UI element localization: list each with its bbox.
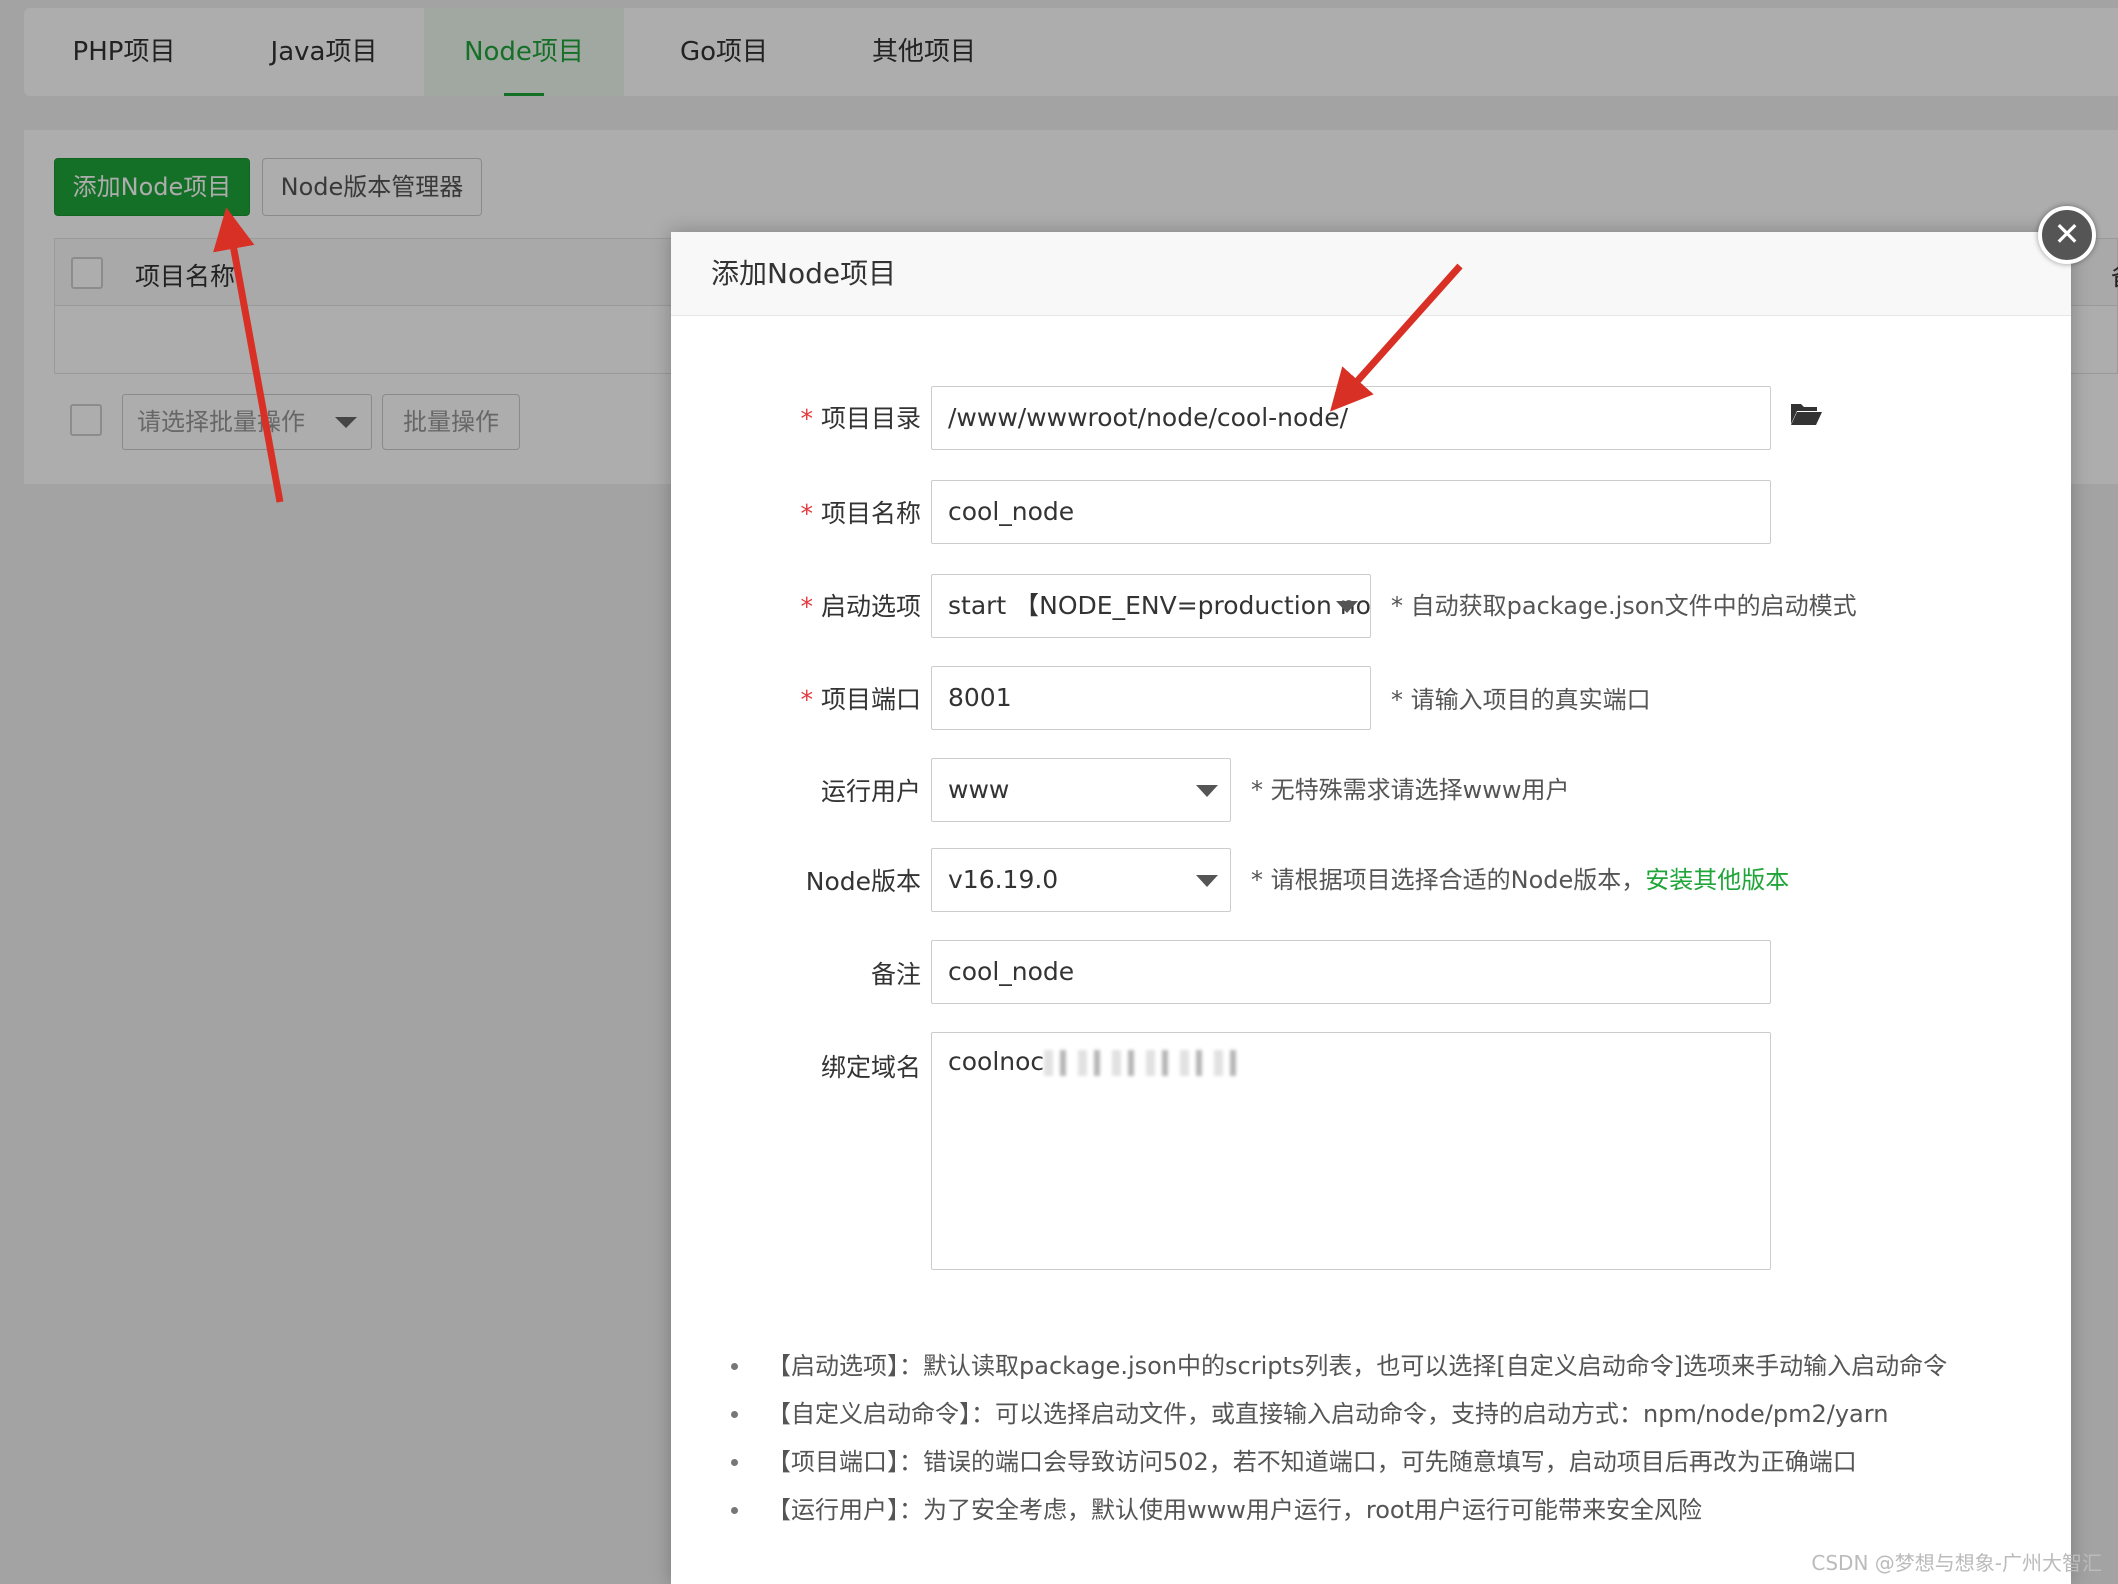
domain-textarea[interactable]: coolnoc: [931, 1032, 1771, 1270]
chevron-down-icon: [1336, 601, 1358, 613]
redacted-domain: [1044, 1050, 1245, 1076]
required-mark: *: [800, 404, 813, 433]
node-version-value: v16.19.0: [948, 865, 1059, 894]
watermark: CSDN @梦想与想象-广州大智汇: [1811, 1551, 2102, 1575]
required-mark: *: [800, 592, 813, 621]
tip-item: 【项目端口】：错误的端口会导致访问502，若不知道端口，可先随意填写，启动项目后…: [731, 1438, 2031, 1486]
start-option-hint: * 自动获取package.json文件中的启动模式: [1391, 592, 1857, 620]
folder-open-icon[interactable]: [1789, 400, 1823, 428]
start-option-value: start 【NODE_ENV=production no…: [948, 591, 1371, 620]
tip-item: 【自定义启动命令】：可以选择启动文件，或直接输入启动命令，支持的启动方式：npm…: [731, 1390, 2031, 1438]
label-domain: 绑定域名: [820, 1053, 921, 1082]
node-version-select[interactable]: v16.19.0: [931, 848, 1231, 912]
remark-input[interactable]: cool_node: [931, 940, 1771, 1004]
domain-value: coolnoc: [948, 1047, 1045, 1076]
project-dir-input[interactable]: /www/wwwroot/node/cool-node/: [931, 386, 1771, 450]
chevron-down-icon: [1196, 785, 1218, 797]
required-mark: *: [800, 685, 813, 714]
tip-item: 【运行用户】：为了安全考虑，默认使用www用户运行，root用户运行可能带来安全…: [731, 1486, 2031, 1534]
project-name-input[interactable]: cool_node: [931, 480, 1771, 544]
close-icon[interactable]: ✕: [2038, 206, 2096, 264]
label-run-user: 运行用户: [820, 777, 921, 806]
start-option-select[interactable]: start 【NODE_ENV=production no…: [931, 574, 1371, 638]
label-remark: 备注: [870, 960, 921, 989]
node-version-hint: * 请根据项目选择合适的Node版本，安装其他版本: [1251, 866, 1790, 894]
label-node-version: Node版本: [805, 867, 921, 896]
dialog-header: 添加Node项目: [671, 232, 2071, 316]
label-start-option: * 启动选项: [800, 592, 921, 621]
run-user-value: www: [948, 775, 1010, 804]
install-other-version-link[interactable]: 安装其他版本: [1645, 866, 1789, 894]
port-input[interactable]: 8001: [931, 666, 1371, 730]
label-project-dir: * 项目目录: [800, 404, 921, 433]
dialog-title: 添加Node项目: [711, 257, 897, 290]
chevron-down-icon: [1196, 875, 1218, 887]
run-user-select[interactable]: www: [931, 758, 1231, 822]
run-user-hint: * 无特殊需求请选择www用户: [1251, 776, 1570, 804]
add-node-project-dialog: 添加Node项目 * 项目目录 /www/wwwroot/node/cool-no…: [671, 232, 2071, 1584]
label-port: * 项目端口: [800, 685, 921, 714]
help-tips-list: 【启动选项】：默认读取package.json中的scripts列表，也可以选择…: [731, 1342, 2031, 1534]
label-project-name: * 项目名称: [800, 499, 921, 528]
required-mark: *: [800, 499, 813, 528]
tip-item: 【启动选项】：默认读取package.json中的scripts列表，也可以选择…: [731, 1342, 2031, 1390]
port-hint: * 请输入项目的真实端口: [1391, 686, 1651, 714]
